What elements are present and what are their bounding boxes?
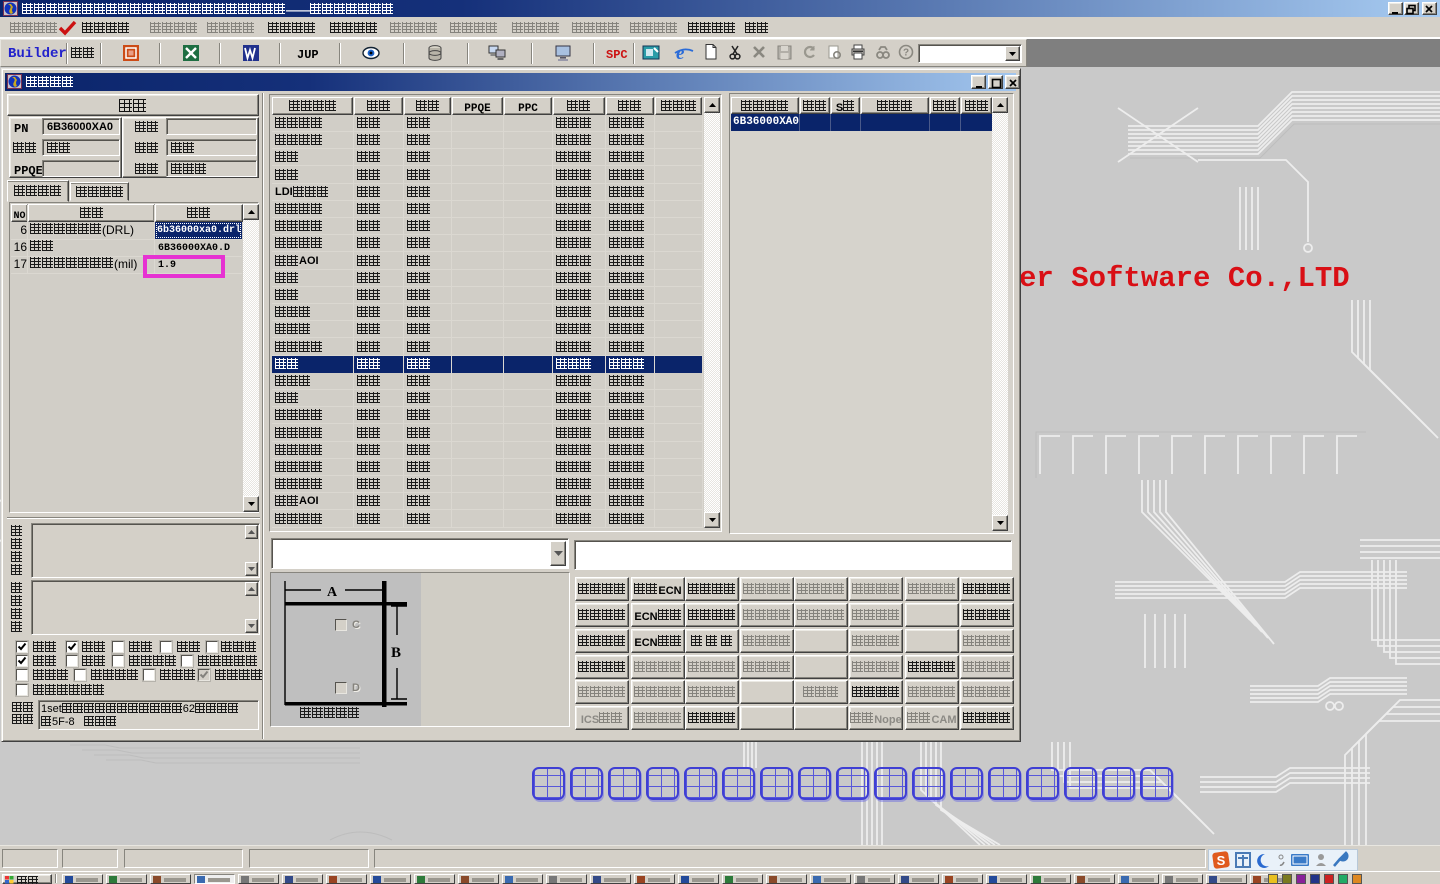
- svg-text:B: B: [391, 645, 401, 661]
- svg-text:S: S: [1217, 853, 1226, 868]
- svg-text:?: ?: [903, 48, 909, 59]
- svg-text:A: A: [327, 585, 338, 600]
